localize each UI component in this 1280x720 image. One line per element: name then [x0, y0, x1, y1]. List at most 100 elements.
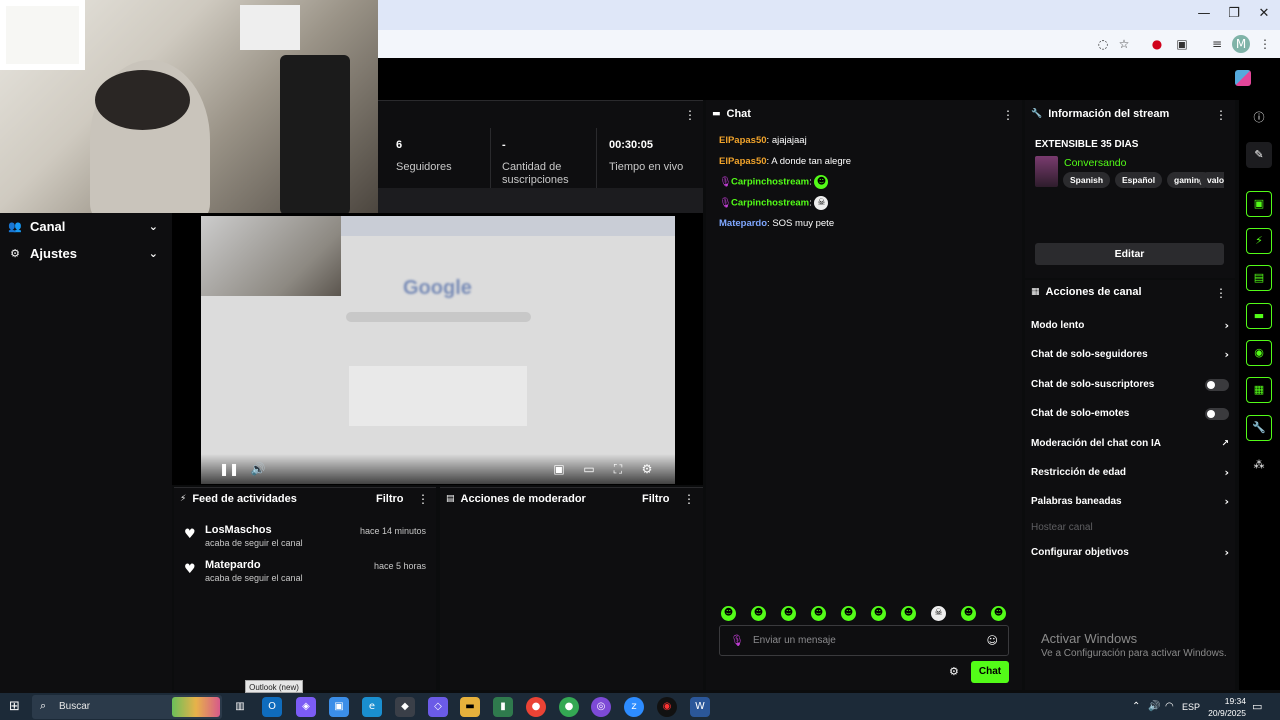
chrome-profile-icon[interactable]: ●	[559, 697, 579, 717]
wrench-icon[interactable]: 🔧	[1246, 415, 1272, 441]
tag[interactable]: valor	[1200, 172, 1224, 188]
emote-icon[interactable]: ☻	[901, 606, 916, 621]
lightning-icon[interactable]: ⚡	[1246, 228, 1272, 254]
edit-icon[interactable]: ✎	[1246, 142, 1272, 168]
windows-start-icon[interactable]: ⊞	[9, 699, 20, 714]
volume-icon[interactable]: 🔊	[249, 460, 267, 478]
video-preview[interactable]: Google	[201, 216, 675, 484]
app-icon[interactable]: ▮	[493, 697, 513, 717]
wifi-icon[interactable]: ◠	[1165, 701, 1174, 712]
chat-input[interactable]: 🎙 Enviar un mensaje ☺	[719, 625, 1009, 656]
emote-icon[interactable]: ☻	[871, 606, 886, 621]
sidebar-item-ajustes[interactable]: ⚙ Ajustes ⌄	[0, 240, 172, 266]
playlist-icon[interactable]: ≡	[1208, 35, 1226, 53]
info-icon[interactable]: ⓘ	[1246, 105, 1272, 131]
emote-icon[interactable]: ☻	[751, 606, 766, 621]
edge-icon[interactable]: e	[362, 697, 382, 717]
chat-username[interactable]: Carpinchostream	[731, 177, 809, 188]
outlook-icon[interactable]: O	[262, 697, 282, 717]
activity-filter-button[interactable]: Filtro	[376, 493, 404, 505]
category-thumbnail[interactable]	[1035, 156, 1058, 187]
emote-icon[interactable]: ☻	[721, 606, 736, 621]
action-age-restriction[interactable]: Restricción de edad ›	[1031, 465, 1229, 481]
discord-icon[interactable]: ◎	[591, 697, 611, 717]
activity-menu-icon[interactable]: ⋮	[417, 492, 429, 506]
copilot-icon[interactable]: ◈	[296, 697, 316, 717]
pip-icon[interactable]: ▣	[550, 460, 568, 478]
feed-user[interactable]: Matepardo	[205, 559, 261, 571]
chat-username[interactable]: ElPapas50	[719, 156, 767, 167]
moderator-menu-icon[interactable]: ⋮	[683, 492, 695, 506]
language-indicator[interactable]: ESP	[1182, 702, 1200, 712]
stats-menu-icon[interactable]: ⋮	[684, 108, 696, 122]
action-ai-moderation[interactable]: Moderación del chat con IA ↗	[1031, 436, 1229, 452]
notifications-icon[interactable]: ▭	[1252, 700, 1262, 713]
clock-date[interactable]: 20/9/2025	[1200, 708, 1246, 718]
emote-icon[interactable]: ☠	[931, 606, 946, 621]
minimize-button[interactable]: —	[1189, 4, 1219, 24]
edit-stream-button[interactable]: Editar	[1035, 243, 1224, 265]
emote-icon[interactable]: ☻	[841, 606, 856, 621]
emotes-only-toggle[interactable]	[1205, 408, 1229, 420]
chat-username[interactable]: Matepardo	[719, 218, 767, 229]
chat-username[interactable]: Carpinchostream	[731, 198, 809, 209]
chat-settings-icon[interactable]: ⚙	[949, 665, 959, 678]
app-icon[interactable]: ◆	[395, 697, 415, 717]
pause-icon[interactable]: ❚❚	[219, 460, 239, 478]
screen-icon[interactable]: ▣	[1246, 191, 1272, 217]
clock-time[interactable]: 19:34	[1206, 696, 1246, 706]
browser-address-bar[interactable]	[378, 30, 1280, 58]
sidebar-item-canal[interactable]: 👥 Canal ⌄	[0, 213, 172, 239]
chat-send-button[interactable]: Chat	[971, 661, 1009, 683]
app-icon[interactable]: ◇	[428, 697, 448, 717]
action-banned-words[interactable]: Palabras baneadas ›	[1031, 494, 1229, 510]
store-icon[interactable]: ▣	[329, 697, 349, 717]
emote-icon[interactable]: ☻	[991, 606, 1006, 621]
document-icon[interactable]: ▤	[1246, 265, 1272, 291]
feed-user[interactable]: LosMaschos	[205, 524, 272, 536]
emote-icon[interactable]: ☻	[781, 606, 796, 621]
theater-icon[interactable]: ▭	[580, 460, 598, 478]
word-icon[interactable]: W	[690, 697, 710, 717]
eye-off-icon[interactable]: ◌	[1094, 35, 1112, 53]
taskbar-search[interactable]: ⌕ Buscar	[32, 695, 222, 719]
nodes-icon[interactable]: ⁂	[1246, 452, 1272, 478]
star-icon[interactable]: ☆	[1115, 35, 1133, 53]
chat-bubble-icon[interactable]: ▬	[1246, 303, 1272, 329]
close-window-button[interactable]: ✕	[1249, 4, 1279, 24]
chrome-icon[interactable]: ●	[526, 697, 546, 717]
app-logo-icon[interactable]	[1235, 70, 1251, 86]
layout-icon[interactable]: ▦	[1246, 377, 1272, 403]
chevron-up-icon[interactable]: ⌃	[1132, 701, 1140, 712]
stream-category[interactable]: Conversando	[1064, 157, 1126, 169]
folder-icon[interactable]: ▬	[460, 697, 480, 717]
emote-icon[interactable]: ☻	[961, 606, 976, 621]
stream-info-menu-icon[interactable]: ⋮	[1215, 108, 1227, 122]
task-view-icon[interactable]: ▥	[230, 697, 250, 717]
tag[interactable]: Español	[1115, 172, 1163, 188]
restore-button[interactable]: ❐	[1219, 4, 1249, 24]
profile-avatar[interactable]: M	[1232, 35, 1250, 53]
opera-icon[interactable]: ●	[1148, 35, 1166, 53]
kebab-menu-icon[interactable]: ⋮	[1256, 35, 1274, 53]
moderator-filter-button[interactable]: Filtro	[642, 493, 670, 505]
action-subscribers-only[interactable]: Chat de solo-suscriptores	[1031, 377, 1229, 393]
fullscreen-icon[interactable]: ⛶	[609, 460, 627, 478]
settings-icon[interactable]: ⚙	[638, 460, 656, 478]
broadcast-icon[interactable]: ◉	[1246, 340, 1272, 366]
channel-actions-menu-icon[interactable]: ⋮	[1215, 286, 1227, 300]
chat-menu-icon[interactable]: ⋮	[1002, 108, 1014, 122]
extensions-icon[interactable]: ▣	[1173, 35, 1191, 53]
speaker-icon[interactable]: 🔊	[1148, 701, 1160, 712]
zoom-icon[interactable]: z	[624, 697, 644, 717]
tag[interactable]: Spanish	[1063, 172, 1111, 188]
action-slow-mode[interactable]: Modo lento ›	[1031, 318, 1229, 334]
obs-icon[interactable]: ◉	[657, 697, 677, 717]
action-configure-goals[interactable]: Configurar objetivos ›	[1031, 545, 1229, 561]
subscribers-only-toggle[interactable]	[1205, 379, 1229, 391]
emote-icon[interactable]: ☻	[811, 606, 826, 621]
action-emotes-only[interactable]: Chat de solo-emotes	[1031, 406, 1229, 422]
action-followers-only[interactable]: Chat de solo-seguidores ›	[1031, 347, 1229, 363]
chat-username[interactable]: ElPapas50	[719, 135, 767, 146]
emoji-icon[interactable]: ☺	[987, 634, 998, 647]
